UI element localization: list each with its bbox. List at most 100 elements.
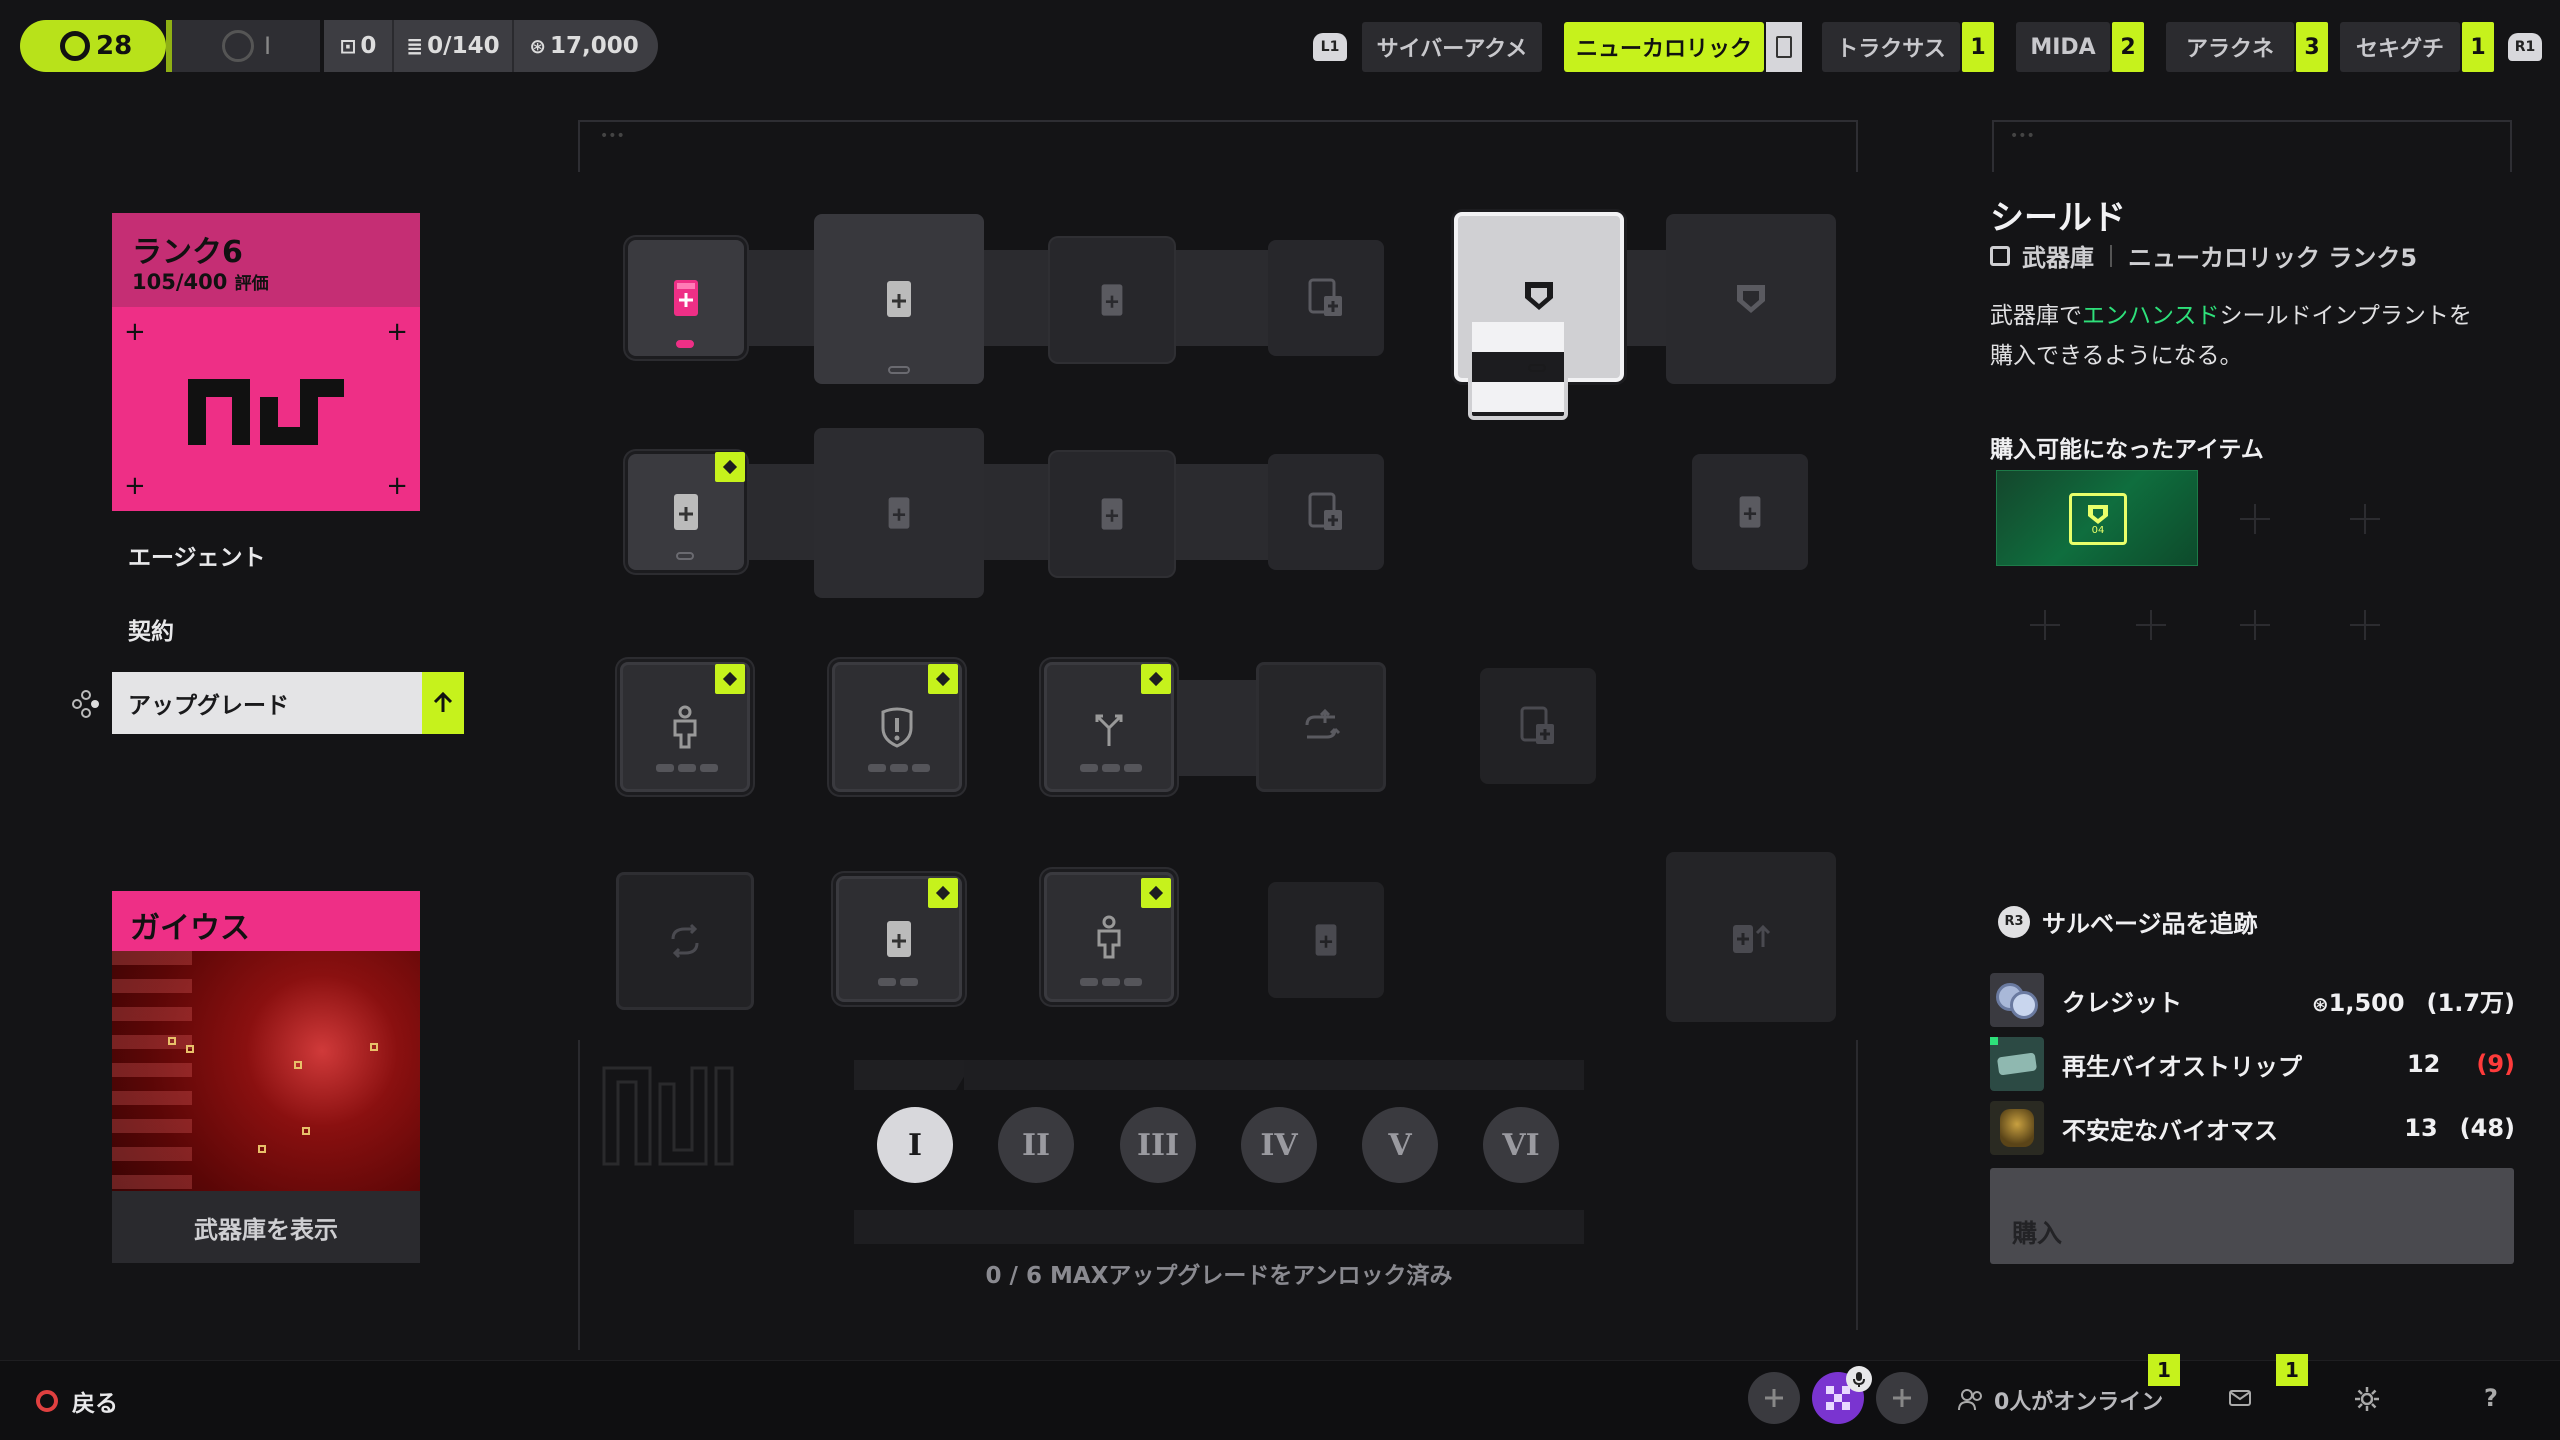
connector [1620, 250, 1670, 346]
agent-card[interactable]: ガイウス 武器庫を表示 [112, 891, 420, 1263]
inventory-stat: ≣ 0/140 [394, 20, 514, 72]
faction-tab-arachne[interactable]: アラクネ [2166, 22, 2294, 72]
mic-icon [1846, 1366, 1872, 1392]
level-icon [60, 31, 90, 61]
faction-tab-cyberacme[interactable]: サイバーアクメ [1362, 22, 1542, 72]
level-button-2[interactable]: II [998, 1107, 1074, 1183]
split-arrow-icon [1095, 714, 1123, 746]
faction-tab-traxus[interactable]: トラクサス [1822, 22, 1960, 72]
level-button-4[interactable]: IV [1241, 1107, 1317, 1183]
node-progress-mark [676, 340, 694, 348]
view-armory-label: 武器庫を表示 [194, 1215, 338, 1244]
nav-upgrade[interactable]: アップグレード [112, 672, 422, 734]
faction-badge-traxus: 1 [1962, 22, 1994, 72]
empty-slot-marker [2240, 610, 2270, 640]
level-button-1[interactable]: I [877, 1107, 953, 1183]
upgrade-node-2-6[interactable] [1692, 454, 1808, 570]
upgrade-node-2-3[interactable] [1050, 452, 1174, 576]
nav-agent[interactable]: エージェント [128, 538, 266, 572]
resource-need: 9 [2487, 1050, 2505, 1078]
add-friend-right-button[interactable] [1876, 1372, 1928, 1424]
upgrade-node-3-5[interactable] [1480, 668, 1596, 784]
resource-need: 48 [2470, 1114, 2505, 1142]
tree-frame-top [578, 120, 1858, 172]
empty-slot-marker [2030, 610, 2060, 640]
nucaloric-logo-icon [188, 379, 344, 445]
tree-frame-line-left [578, 1040, 580, 1350]
unlocked-check-icon [1141, 878, 1171, 908]
upgrade-node-2-4[interactable] [1268, 454, 1384, 570]
storage-value: 0 [360, 33, 377, 59]
purchase-button[interactable]: 購入 [1990, 1168, 2514, 1264]
unlocked-check-icon [715, 664, 745, 694]
ring-icon [222, 30, 254, 62]
node-level-bars [1080, 764, 1142, 772]
agent-name: ガイウス [130, 911, 250, 946]
upgrade-node-3-4[interactable] [1256, 662, 1386, 792]
credits-value: 17,000 [550, 33, 639, 59]
level-button-6[interactable]: VI [1483, 1107, 1559, 1183]
online-friends-button[interactable]: 0人がオンライン [1958, 1384, 2163, 1416]
settings-button[interactable] [2354, 1386, 2380, 1412]
nav-contract[interactable]: 契約 [128, 612, 174, 646]
online-badge: 1 [2148, 1354, 2180, 1386]
plus-icon [1893, 1389, 1911, 1407]
shield-icon [1737, 285, 1765, 313]
armory-icon [1990, 245, 2010, 266]
faction-tab-label: ニューカロリック [1575, 37, 1752, 62]
unlocked-check-icon [928, 664, 958, 694]
add-friend-left-button[interactable] [1748, 1372, 1800, 1424]
faction-tab-sekiguchi[interactable]: セキグチ [2340, 22, 2460, 72]
back-label: 戻る [72, 1391, 118, 1417]
item-code: 04 [2091, 525, 2105, 536]
shoulder-right-button[interactable]: R1 [2508, 33, 2542, 61]
rank-progress-value: 105/400 [132, 270, 228, 294]
view-armory-button[interactable]: 武器庫を表示 [112, 1191, 420, 1263]
faction-tab-nucaloric[interactable]: ニューカロリック [1564, 22, 1764, 72]
biostrip-icon [1990, 1037, 2044, 1091]
selected-node-tab-bottom [1472, 382, 1564, 412]
armory-battery-icon [1308, 278, 1342, 316]
faction-tab-label: トラクサス [1836, 37, 1946, 62]
storage-icon: ⊡ [339, 34, 357, 58]
armory-battery-icon [1308, 492, 1342, 530]
nav-upgrade-label: アップグレード [128, 693, 289, 719]
swap-arrow-icon [1305, 708, 1341, 739]
shoulder-right-label: R1 [2514, 39, 2536, 55]
mail-button[interactable] [2228, 1388, 2252, 1408]
empty-slot-marker [2240, 504, 2270, 534]
unlocked-item-card[interactable]: 04 [1996, 470, 2198, 566]
battery-plus-icon [674, 494, 698, 530]
upgrade-node-4-4[interactable] [1268, 882, 1384, 998]
help-button[interactable]: ? [2484, 1384, 2498, 1412]
upgrade-node-1-6[interactable] [1666, 214, 1836, 384]
detail-meta: 武器庫 ニューカロリック ランク5 [1990, 238, 2417, 273]
upgrade-node-1-1[interactable] [628, 240, 744, 356]
resource-row-biomass: 不安定なバイオマス 13 (48) [1990, 1098, 2515, 1158]
resource-have: 1,500 [2328, 988, 2405, 1017]
upgrade-node-4-6[interactable] [1666, 852, 1836, 1022]
resource-row-credits: クレジット ⊛1,500 (1.7万) [1990, 970, 2515, 1030]
upgrade-node-2-2[interactable] [814, 428, 984, 598]
agent-figure-icon [1097, 915, 1121, 959]
back-button[interactable]: 戻る [36, 1384, 118, 1418]
resource-have: 12 [2406, 1050, 2441, 1078]
upgrade-node-4-1[interactable] [616, 872, 754, 1010]
level-button-5[interactable]: V [1362, 1107, 1438, 1183]
detail-faction-rank: ニューカロリック ランク5 [2128, 244, 2418, 272]
level-button-3[interactable]: III [1120, 1107, 1196, 1183]
upgrade-node-1-4[interactable] [1268, 240, 1384, 356]
connector [1170, 680, 1270, 776]
faction-tab-label: セキグチ [2355, 37, 2444, 62]
shoulder-left-button[interactable]: L1 [1313, 33, 1347, 61]
upgrade-node-1-2[interactable] [814, 214, 984, 384]
resource-row-biostrip: 再生バイオストリップ 12 (9) [1990, 1034, 2515, 1094]
resource-value: ⊛1,500 (1.7万) [2311, 988, 2515, 1017]
unlocked-check-icon [715, 452, 745, 482]
upgrade-node-1-3[interactable] [1050, 238, 1174, 362]
faction-tab-mida[interactable]: MIDA [2016, 22, 2110, 72]
level-value: 28 [96, 31, 133, 61]
salvage-header[interactable]: R3 サルベージ品を追跡 [1998, 904, 2258, 939]
empty-slot-marker [2136, 610, 2166, 640]
node-level-bars [656, 764, 718, 772]
